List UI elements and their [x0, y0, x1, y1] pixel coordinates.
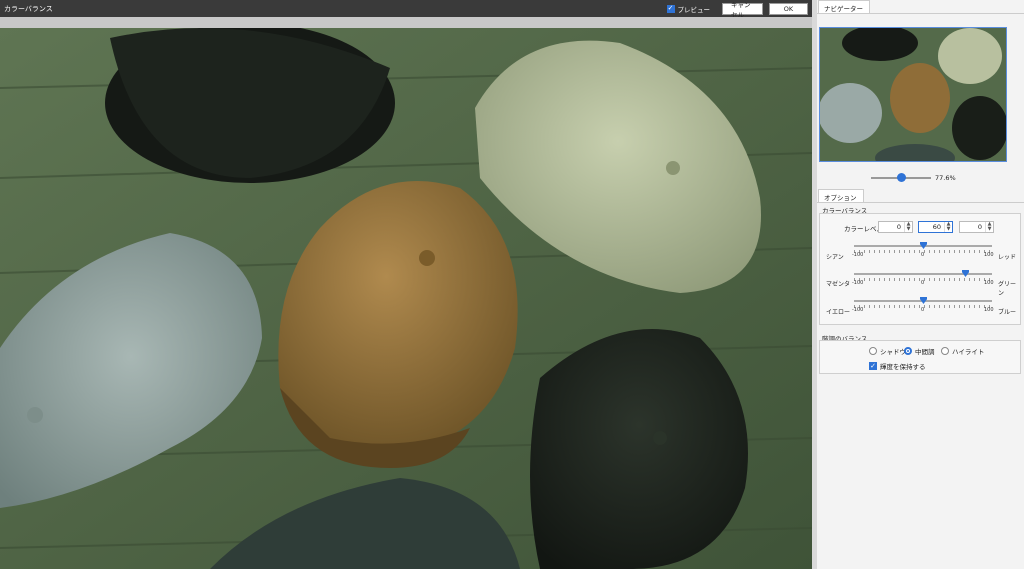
navigator-thumbnail[interactable]	[819, 27, 1007, 162]
slider-label-blue: ブルー	[998, 309, 1017, 316]
zoom-slider-handle[interactable]	[897, 173, 906, 182]
slider-label-red: レッド	[998, 254, 1017, 261]
tab-navigator[interactable]: ナビゲーター	[818, 0, 870, 13]
magenta-green-slider[interactable]: -100 0 100	[852, 270, 994, 286]
preview-label: プレビュー	[677, 5, 711, 14]
spin-arrows-icon[interactable]: ▲ ▼	[904, 222, 912, 232]
dialog-title-bar: カラーバランス ✓ プレビュー キャンセル OK	[0, 0, 812, 19]
dialog-title: カラーバランス	[4, 4, 53, 13]
preserve-luminosity-checkbox[interactable]: ✓ 輝度を保持する	[869, 361, 926, 371]
slider-label-green: グリーン	[998, 281, 1017, 297]
slider-handle[interactable]	[920, 297, 927, 304]
photo-caps-on-wood	[0, 28, 812, 569]
slider-min: -100	[852, 307, 864, 313]
radio-selected-icon[interactable]	[904, 347, 912, 355]
slider-handle[interactable]	[962, 270, 969, 277]
radio-midtone[interactable]: 中間調	[904, 346, 935, 356]
tab-underline	[817, 13, 1024, 14]
zoom-control: 77.6%	[817, 170, 1024, 184]
check-icon[interactable]: ✓	[869, 362, 877, 370]
tab-options[interactable]: オプション	[818, 189, 864, 202]
cyan-red-slider[interactable]: -100 0 100	[852, 242, 994, 258]
check-icon[interactable]: ✓	[666, 4, 675, 13]
level-input-magenta-green[interactable]: 60 ▲ ▼	[918, 221, 953, 233]
slider-max: 100	[984, 280, 994, 286]
slider-handle[interactable]	[920, 242, 927, 249]
ruler-bar	[0, 17, 812, 28]
radio-highlight[interactable]: ハイライト	[941, 346, 984, 356]
slider-min: -100	[852, 252, 864, 258]
level-input-cyan-red[interactable]: 0 ▲ ▼	[878, 221, 913, 233]
thumbnail-image	[820, 28, 1006, 161]
slider-label-yellow: イエロー	[826, 309, 850, 316]
radio-icon[interactable]	[869, 347, 877, 355]
yellow-blue-slider[interactable]: -100 0 100	[852, 297, 994, 313]
slider-mid: 0	[921, 307, 925, 313]
zoom-value: 77.6%	[935, 174, 956, 182]
preview-checkbox[interactable]: ✓ プレビュー	[666, 4, 711, 14]
tab-underline-options	[817, 202, 1024, 203]
radio-icon[interactable]	[941, 347, 949, 355]
radio-shadow[interactable]: シャドウ	[869, 346, 906, 356]
slider-mid: 0	[921, 252, 925, 258]
tone-balance-group: シャドウ 中間調 ハイライト ✓ 輝度を保持する	[819, 340, 1021, 374]
slider-mid: 0	[921, 280, 925, 286]
right-panel: ナビゲーター 77.6% オプション カラーバランス カラーレベル 0 ▲ ▼ 6…	[817, 0, 1024, 569]
slider-min: -100	[852, 280, 864, 286]
image-canvas[interactable]	[0, 28, 812, 569]
level-input-yellow-blue[interactable]: 0 ▲ ▼	[959, 221, 994, 233]
ok-button[interactable]: OK	[769, 2, 808, 15]
spin-arrows-icon[interactable]: ▲ ▼	[944, 222, 952, 232]
cancel-button[interactable]: キャンセル	[722, 1, 763, 19]
slider-label-cyan: シアン	[826, 254, 844, 261]
color-balance-group: カラーレベル 0 ▲ ▼ 60 ▲ ▼ 0 ▲ ▼ シアン レッド -100 0 10…	[819, 213, 1021, 325]
slider-label-magenta: マゼンタ	[826, 281, 851, 288]
spin-arrows-icon[interactable]: ▲ ▼	[985, 222, 993, 232]
slider-max: 100	[984, 252, 994, 258]
slider-track[interactable]	[854, 273, 992, 275]
slider-max: 100	[984, 307, 994, 313]
